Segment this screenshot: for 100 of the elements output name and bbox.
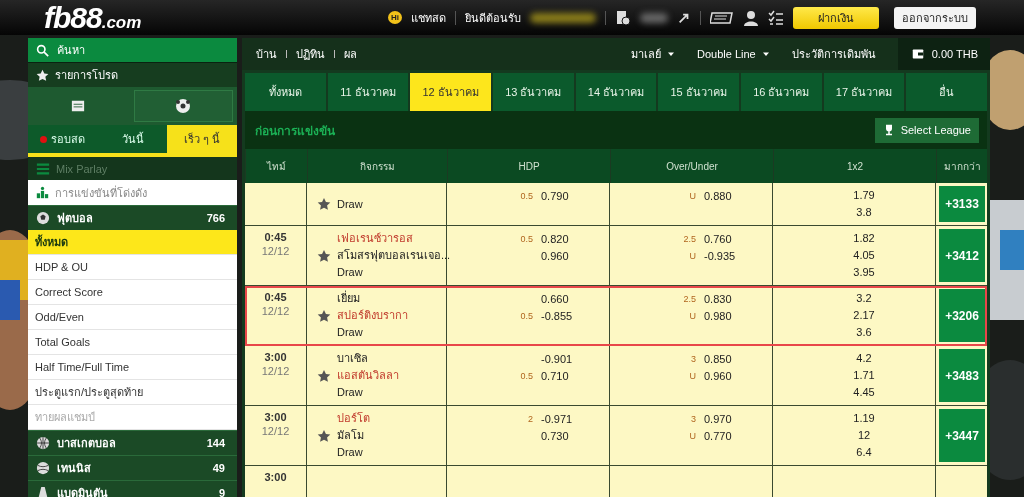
date-tab[interactable]: 15 ธันวาคม [658, 73, 739, 111]
odds-value[interactable]: 0.970 [704, 412, 732, 425]
nav-link[interactable]: ผล [344, 45, 357, 63]
date-tab[interactable]: 14 ธันวาคม [575, 73, 657, 111]
date-tab[interactable]: อื่น [906, 73, 987, 111]
market-item[interactable]: HDP & OU [28, 255, 237, 280]
nav-link[interactable]: ปฏิทิน [296, 45, 325, 63]
blurred-username [530, 12, 596, 23]
odds-value[interactable]: 0.770 [704, 429, 732, 442]
odds-value[interactable]: 12 [857, 427, 871, 444]
odds-value[interactable]: 0.820 [541, 232, 569, 245]
search-field[interactable]: ค้นหา [28, 38, 237, 62]
odds-value[interactable]: 3.95 [853, 264, 875, 281]
sport-row[interactable]: เทนนิส 49 [28, 455, 237, 480]
market-item[interactable]: Total Goals [28, 330, 237, 355]
date-tab[interactable]: ทั้งหมด [245, 73, 326, 111]
deposit-button[interactable]: ฝากเงิน [793, 6, 879, 29]
caret-icon [761, 50, 770, 58]
odds-value[interactable]: 0.830 [704, 292, 732, 305]
select-league-button[interactable]: Select League [874, 117, 979, 143]
kickoff-time: 3:00 [264, 410, 287, 424]
handicap-line: U [689, 430, 696, 441]
sport-row[interactable]: บาสเกตบอล 144 [28, 430, 237, 455]
date-tab[interactable]: 17 ธันวาคม [823, 73, 905, 111]
odds-value[interactable]: -0.935 [704, 249, 736, 262]
odds-value[interactable]: 0.760 [704, 232, 732, 245]
kickoff-time: 3:00 [264, 350, 287, 364]
more-markets-button[interactable]: +3133 [939, 186, 985, 222]
date-tab[interactable]: 11 ธันวาคม [327, 73, 409, 111]
date-tab[interactable]: 13 ธันวาคม [493, 73, 574, 111]
sport-row[interactable]: แบดมินตัน 9 [28, 480, 237, 497]
odds-value[interactable]: 0.730 [541, 429, 569, 442]
team-name: มัลโม [337, 428, 365, 443]
odds-value[interactable]: 4.05 [853, 247, 875, 264]
sidebar-tab[interactable]: วันนี้ [97, 125, 168, 153]
kickoff-time: 0:45 [264, 230, 287, 244]
sport-row[interactable]: ฟุตบอล 766 [28, 205, 237, 230]
market-item[interactable]: Odd/Even [28, 305, 237, 330]
odds-value[interactable]: 0.980 [704, 309, 732, 322]
odds-value[interactable]: -0.901 [541, 352, 573, 365]
sidebar-tab[interactable]: รอบสด [28, 125, 98, 153]
market-item[interactable]: Correct Score [28, 280, 237, 305]
more-markets-button[interactable]: +3206 [939, 289, 985, 342]
blurred-balance [640, 12, 668, 23]
sidebar-tab[interactable]: เร็ว ๆ นี้ [167, 125, 237, 153]
kickoff-time: 0:45 [264, 290, 287, 304]
more-markets-button[interactable]: +3483 [939, 349, 985, 402]
odds-value[interactable]: 1.71 [853, 367, 875, 384]
odds-value[interactable]: 0.850 [704, 352, 732, 365]
column-header: กิจกรรม [359, 159, 396, 174]
date-tab[interactable]: 12 ธันวาคม [410, 73, 491, 111]
market-item[interactable]: ทั้งหมด [28, 230, 237, 255]
nav-link[interactable]: บ้าน [256, 45, 277, 63]
odds-value[interactable]: 1.19 [853, 410, 875, 427]
date-tab[interactable]: 16 ธันวาคม [741, 73, 822, 111]
match-date: 12/12 [261, 304, 290, 318]
draw-label: Draw [337, 445, 364, 460]
market-item[interactable]: Half Time/Full Time [28, 355, 237, 380]
dropdown[interactable]: Double Line [697, 48, 770, 60]
dropdown[interactable]: มาเลย์ [631, 45, 675, 63]
kickoff-time: 3:00 [264, 470, 287, 484]
handicap-line: 0.5 [520, 310, 533, 321]
star-icon [317, 308, 331, 323]
odds-value[interactable]: 0.960 [541, 249, 569, 262]
logout-button[interactable]: ออกจากระบบ [894, 6, 976, 29]
odds-value[interactable]: 0.710 [541, 369, 569, 382]
draw-label: Draw [337, 325, 364, 340]
handicap-line: 0.5 [520, 233, 533, 244]
odds-value[interactable]: 3.6 [856, 324, 872, 341]
more-markets-button[interactable]: +3447 [939, 409, 985, 462]
odds-value[interactable]: -0.855 [541, 309, 573, 322]
chat-bubble-icon[interactable]: Hi [388, 11, 402, 24]
odds-value[interactable]: 4.2 [856, 350, 872, 367]
odds-value[interactable]: 1.79 [853, 187, 875, 204]
shuttlecock-icon [36, 486, 50, 497]
wallet-icon [911, 48, 924, 60]
view-toggle[interactable] [133, 90, 233, 122]
user-icon [743, 9, 759, 26]
odds-value[interactable]: 3.8 [856, 204, 872, 221]
star-icon [317, 428, 331, 443]
odds-value[interactable]: 1.82 [853, 230, 875, 247]
handicap-line: 0.5 [520, 190, 533, 201]
odds-value[interactable]: 0.660 [541, 292, 569, 305]
market-item[interactable]: ประตูแรก/ประตูสุดท้าย [28, 380, 237, 405]
bet-history-link[interactable]: ประวัติการเดิมพัน [791, 45, 876, 63]
podium-icon [36, 186, 49, 199]
odds-value[interactable]: 6.4 [856, 444, 872, 461]
odds-value[interactable]: 2.17 [853, 307, 875, 324]
live-chat-link[interactable]: แชทสด [411, 8, 446, 27]
odds-value[interactable]: 4.45 [853, 384, 875, 401]
odds-value[interactable]: 0.880 [704, 189, 732, 202]
logo[interactable]: fb88.com [44, 0, 142, 35]
more-markets-button[interactable]: +3412 [939, 229, 985, 282]
odds-value[interactable]: -0.971 [541, 412, 573, 425]
odds-value[interactable]: 3.2 [856, 290, 872, 307]
team-name: แอสตันวิลลา [337, 368, 399, 383]
odds-value[interactable]: 0.790 [541, 189, 569, 202]
balance-display: 0.00 THB [897, 38, 990, 70]
team-name: สปอร์ติงบรากา [337, 308, 408, 323]
odds-value[interactable]: 0.960 [704, 369, 732, 382]
